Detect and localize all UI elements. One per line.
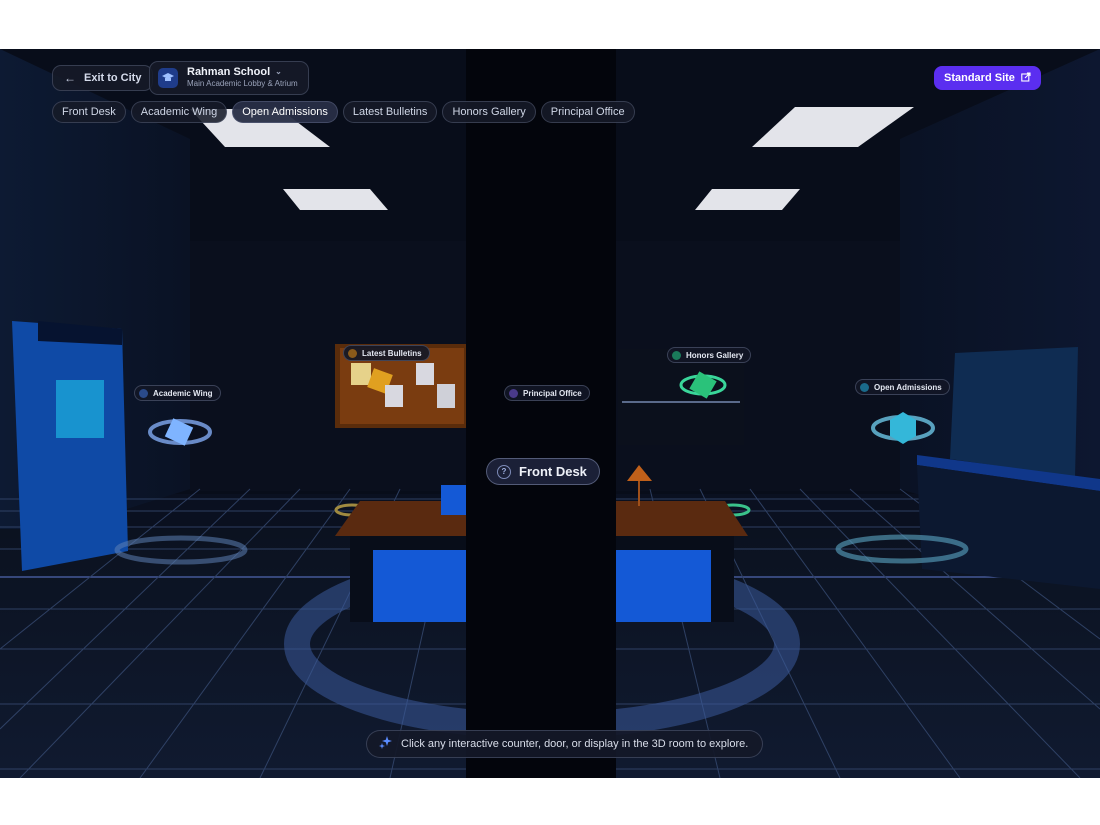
principal-office-icon [509,388,518,398]
hotspot-label: Front Desk [519,464,587,479]
hotspot-honors-gallery[interactable]: Honors Gallery [667,347,752,363]
center-pillar [466,49,616,778]
bulletin-note [437,384,455,408]
hotspot-open-admissions[interactable]: Open Admissions [855,379,950,395]
3d-room-viewport[interactable]: ← Exit to City Rahman School ⌄ Main Acad… [0,49,1100,778]
external-link-icon [1021,71,1031,85]
hotspot-academic-wing[interactable]: Academic Wing [134,385,221,401]
tab-principal-office[interactable]: Principal Office [540,101,635,123]
bulletin-note [351,363,371,385]
door-window [56,380,104,438]
tab-front-desk[interactable]: Front Desk [52,101,126,123]
hotspot-principal-office[interactable]: Principal Office [504,385,590,401]
standard-site-button[interactable]: Standard Site [934,66,1041,90]
chevron-down-icon: ⌄ [275,67,282,76]
bulletin-icon [348,348,357,358]
front-desk-panel [373,550,469,622]
front-desk-panel [615,550,711,622]
desk-monitor [441,485,467,515]
tab-open-admissions[interactable]: Open Admissions [232,101,338,123]
tab-latest-bulletins[interactable]: Latest Bulletins [342,101,438,123]
sparkles-icon [379,736,392,752]
academic-wing-door [12,321,128,571]
trophy-icon [672,350,681,360]
honors-gallery-display [618,349,744,445]
graduation-cap-icon [158,68,178,88]
hotspot-latest-bulletins[interactable]: Latest Bulletins [343,345,430,361]
tab-honors-gallery[interactable]: Honors Gallery [442,101,536,123]
question-circle-icon: ? [497,464,511,479]
academic-wing-icon [139,388,148,398]
location-tabs: Front Desk Academic Wing Open Admissions… [52,101,635,123]
hotspot-label: Principal Office [523,388,582,398]
explore-hint: Click any interactive counter, door, or … [366,730,764,758]
exit-label: Exit to City [84,72,142,84]
arrow-left-icon: ← [64,71,76,85]
bulletin-note [416,363,434,385]
bulletin-note [385,385,403,407]
ceiling-light [695,189,800,210]
hotspot-front-desk[interactable]: ? Front Desk [486,458,600,485]
tab-academic-wing[interactable]: Academic Wing [130,101,228,123]
hotspot-label: Latest Bulletins [362,348,422,358]
admissions-icon [860,382,869,392]
exit-to-city-button[interactable]: ← Exit to City [52,65,154,91]
hotspot-label: Open Admissions [874,382,942,392]
school-selector[interactable]: Rahman School ⌄ Main Academic Lobby & At… [149,61,309,95]
school-name: Rahman School [187,66,271,78]
ceiling-light [283,189,388,210]
hotspot-label: Academic Wing [153,388,213,398]
school-location: Main Academic Lobby & Atrium [187,79,298,88]
admissions-screen [950,347,1078,477]
hotspot-label: Honors Gallery [686,350,744,360]
hint-text: Click any interactive counter, door, or … [401,738,749,750]
standard-site-label: Standard Site [944,72,1015,84]
3d-room-scene[interactable] [0,49,1100,778]
